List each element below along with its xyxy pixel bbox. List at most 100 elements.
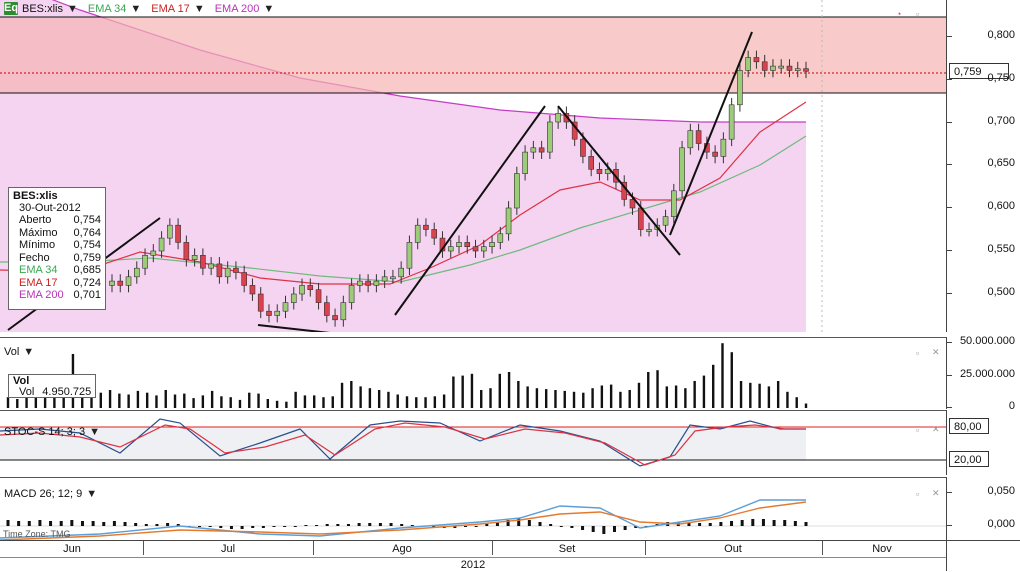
volume-bar bbox=[155, 395, 158, 408]
restore-icon[interactable]: ▫ bbox=[916, 348, 919, 358]
volume-bar bbox=[424, 397, 427, 408]
chevron-down-icon[interactable]: ▼ bbox=[89, 426, 100, 438]
clock-icon[interactable]: ◔ bbox=[896, 9, 901, 19]
volume-bar bbox=[647, 372, 650, 408]
candle-body bbox=[324, 302, 330, 316]
y-tick-mark bbox=[947, 525, 952, 526]
stochastic-pane[interactable]: STOC-S 14; 3; 3 ▼ ▫ ✕ bbox=[0, 410, 946, 476]
chevron-down-icon[interactable]: ▼ bbox=[130, 3, 141, 15]
legend-ema200[interactable]: EMA 200 bbox=[215, 3, 260, 15]
volume-bar bbox=[461, 375, 464, 408]
macd-pane[interactable]: MACD 26; 12; 9 ▼ ▫ ✕ bbox=[0, 477, 946, 541]
x-month-label: Nov bbox=[872, 543, 892, 555]
symbol-label[interactable]: BES:xlis bbox=[22, 3, 63, 15]
volume-bar bbox=[173, 394, 177, 408]
volume-bar bbox=[350, 381, 353, 408]
candle-body bbox=[406, 242, 413, 269]
volume-bar bbox=[656, 370, 659, 408]
info-row: EMA 200 0,701 bbox=[13, 289, 101, 302]
y-tick-label: 50.000.000 bbox=[959, 335, 1015, 347]
volume-bar bbox=[591, 388, 594, 408]
restore-icon[interactable]: ▫ bbox=[916, 9, 919, 19]
volume-bar bbox=[609, 384, 613, 408]
stochastic-label[interactable]: STOC-S 14; 3; 3 bbox=[4, 426, 85, 438]
candle-body bbox=[497, 233, 504, 243]
y-tick-label: 0,500 bbox=[987, 286, 1015, 298]
volume-bar bbox=[331, 396, 334, 408]
info-row-value: 0,764 bbox=[73, 226, 101, 239]
volume-pane[interactable]: Vol ▼ ▫ ✕ bbox=[0, 337, 946, 410]
macd-histogram-bar bbox=[198, 526, 202, 527]
volume-bar bbox=[442, 394, 446, 408]
info-row-value: 0,685 bbox=[73, 264, 101, 276]
macd-histogram-bar bbox=[144, 524, 148, 526]
macd-histogram-bar bbox=[59, 521, 63, 526]
candle-body bbox=[489, 242, 495, 247]
volume-bar bbox=[201, 395, 205, 408]
restore-icon[interactable]: ▫ bbox=[916, 489, 919, 499]
legend-ema17[interactable]: EMA 17 bbox=[151, 3, 190, 15]
candle-body bbox=[365, 280, 371, 286]
close-icon[interactable]: ✕ bbox=[932, 424, 940, 435]
macd-histogram-bar bbox=[240, 526, 244, 529]
restore-icon[interactable]: ▫ bbox=[916, 425, 919, 435]
volume-bar bbox=[730, 352, 733, 408]
volume-bar bbox=[637, 382, 641, 408]
y-tick-label: 0,750 bbox=[987, 72, 1015, 84]
candle-body bbox=[547, 121, 553, 153]
macd-histogram-bar bbox=[17, 521, 21, 526]
macd-histogram-bar bbox=[325, 524, 329, 526]
volume-bar bbox=[229, 397, 232, 408]
candle-body bbox=[662, 216, 669, 226]
candle-body bbox=[695, 130, 702, 144]
price-axis: 0,759 0,800 0,750 0,700 0,650 0,600 0,550 0,50… bbox=[946, 0, 1020, 332]
candle-body bbox=[464, 242, 471, 247]
volume-bar bbox=[619, 391, 622, 408]
legend-ema34[interactable]: EMA 34 bbox=[88, 3, 127, 15]
close-icon[interactable]: ✕ bbox=[932, 347, 940, 358]
price-pane[interactable]: Eq BES:xlis ▼ EMA 34 ▼ EMA 17 ▼ EMA 200 ▼ ◔ … bbox=[0, 0, 946, 332]
candle-body bbox=[580, 138, 586, 157]
chevron-down-icon[interactable]: ▼ bbox=[86, 488, 97, 500]
time-axis[interactable]: 2012 Jun Jul Ago Set Out Nov bbox=[0, 540, 946, 571]
info-row: Aberto 0,754 bbox=[13, 214, 101, 227]
close-icon[interactable]: ✕ bbox=[932, 488, 940, 499]
info-row: EMA 34 0,685 bbox=[13, 264, 101, 277]
volume-bar bbox=[145, 392, 149, 408]
volume-bar bbox=[489, 388, 492, 408]
macd-histogram-bar bbox=[378, 523, 382, 526]
info-row: EMA 17 0,724 bbox=[13, 277, 101, 290]
chevron-down-icon[interactable]: ▼ bbox=[67, 3, 78, 15]
macd-label[interactable]: MACD 26; 12; 9 bbox=[4, 488, 82, 500]
candle-body bbox=[282, 302, 289, 312]
resistance-band bbox=[0, 17, 946, 93]
macd-axis: 0,050 0,000 bbox=[946, 477, 1020, 540]
candle-body bbox=[117, 280, 124, 286]
info-row-label: Fecho bbox=[19, 251, 50, 264]
candle-body bbox=[183, 242, 190, 260]
candle-body bbox=[150, 250, 157, 256]
chevron-down-icon[interactable]: ▼ bbox=[263, 3, 274, 15]
candle-body bbox=[307, 285, 314, 290]
volume-bar bbox=[776, 381, 780, 408]
stochastic-legend: STOC-S 14; 3; 3 ▼ bbox=[4, 426, 106, 438]
volume-bar bbox=[582, 392, 585, 408]
volume-bar bbox=[6, 397, 10, 408]
macd-histogram-bar bbox=[80, 521, 84, 526]
candle-body bbox=[745, 57, 751, 71]
volume-bar bbox=[804, 403, 808, 408]
x-month-label: Ago bbox=[392, 543, 412, 555]
volume-label[interactable]: Vol bbox=[4, 346, 19, 358]
macd-histogram-bar bbox=[719, 522, 723, 526]
macd-histogram-bar bbox=[49, 521, 53, 526]
candle-body bbox=[712, 151, 718, 157]
volume-bar bbox=[210, 390, 214, 408]
chevron-down-icon[interactable]: ▼ bbox=[23, 346, 34, 358]
volume-bar bbox=[433, 396, 437, 408]
macd-histogram-bar bbox=[315, 525, 319, 526]
chevron-down-icon[interactable]: ▼ bbox=[194, 3, 205, 15]
volume-bar bbox=[721, 343, 724, 408]
macd-histogram-bar bbox=[527, 520, 531, 526]
info-row-label: Máximo bbox=[19, 226, 58, 239]
y-tick-mark bbox=[947, 164, 952, 165]
